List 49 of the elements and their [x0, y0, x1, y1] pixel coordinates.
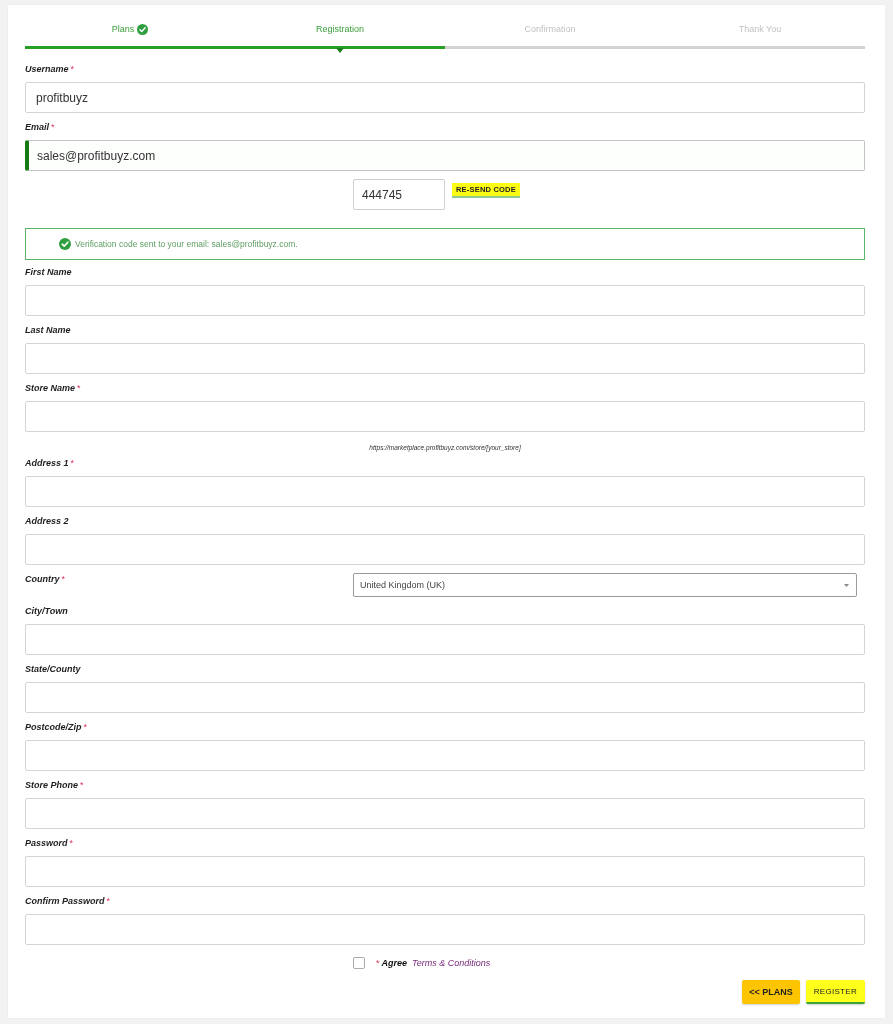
input-field[interactable] [25, 856, 865, 887]
field-label: Postcode/Zip [25, 721, 82, 733]
input-field[interactable] [25, 476, 865, 507]
input-field[interactable] [25, 401, 865, 432]
input-field[interactable]: profitbuyz [25, 82, 865, 113]
required-mark: * [69, 837, 74, 849]
input-field[interactable] [25, 534, 865, 565]
country-select[interactable]: United Kingdom (UK) [353, 573, 857, 597]
input-field[interactable] [25, 285, 865, 316]
field-label: Username [25, 63, 69, 75]
input-field[interactable] [25, 798, 865, 829]
required-mark: * [106, 895, 111, 907]
code-field[interactable]: 444745 [353, 179, 445, 210]
caret-down-icon [844, 583, 849, 587]
field-label: Country [25, 573, 60, 585]
required-mark: * [83, 721, 88, 733]
required-mark: * [77, 382, 81, 394]
check-circle-icon [59, 238, 71, 250]
back-button[interactable]: << PLANS [742, 980, 800, 1004]
field-label: Last Name [25, 324, 71, 336]
field-label: State/County [25, 663, 81, 675]
required-mark: * [70, 457, 75, 469]
step-label: Registration [316, 23, 364, 35]
agree-label: Agree [381, 957, 408, 969]
field-label: Address 2 [25, 515, 69, 527]
field-label: Email [25, 121, 49, 133]
required-mark: * [70, 63, 75, 75]
input-field[interactable]: sales@profitbuyz.com [25, 140, 865, 171]
terms-link[interactable]: Terms & Conditions [412, 957, 491, 969]
field-label: Address 1 [25, 457, 69, 469]
field-label: Confirm Password [25, 895, 105, 907]
field-label: Store Name [25, 382, 76, 394]
field-label: First Name [25, 266, 72, 278]
alert-message: Verification code sent to your email: sales@profitbuyz.com. [75, 239, 298, 249]
required-mark: * [61, 573, 65, 585]
required-mark: * [376, 957, 380, 969]
input-field[interactable] [25, 343, 865, 374]
input-field[interactable] [25, 914, 865, 945]
field-label: Store Phone [25, 779, 78, 791]
field-label: City/Town [25, 605, 68, 617]
required-mark: * [80, 779, 84, 791]
field-label: Password [25, 837, 68, 849]
input-field[interactable] [25, 682, 865, 713]
agree-checkbox[interactable] [353, 957, 365, 969]
step-label: Plans [111, 23, 135, 35]
input-field[interactable] [25, 624, 865, 655]
required-mark: * [51, 121, 55, 133]
register-button[interactable]: REGISTER [805, 980, 865, 1004]
input-field[interactable] [25, 740, 865, 771]
